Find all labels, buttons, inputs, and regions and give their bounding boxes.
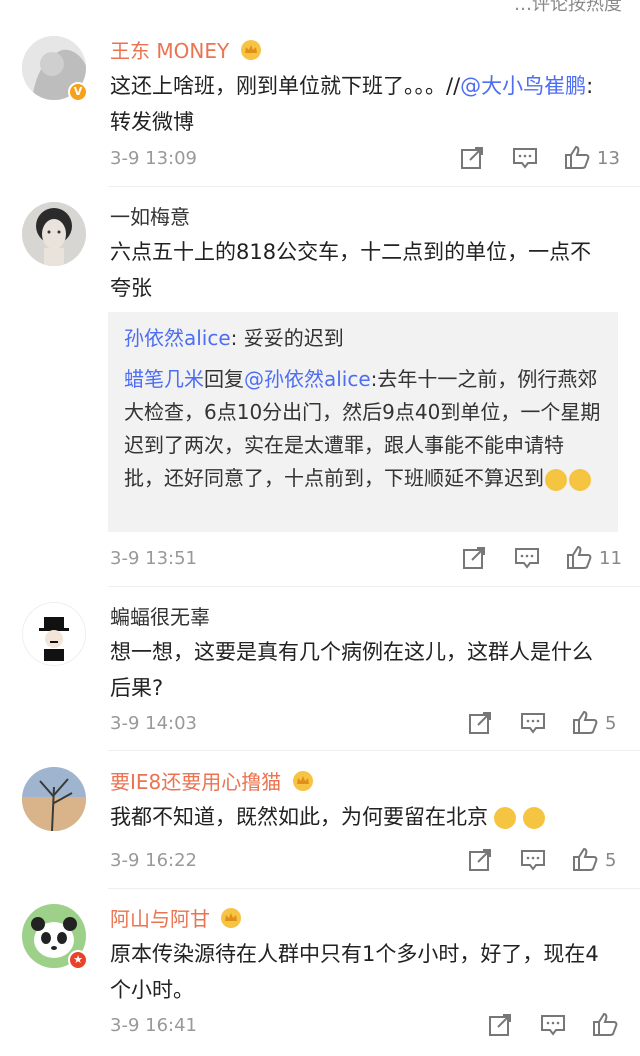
- share-icon: [469, 712, 491, 734]
- quoted-line-2: 蜡笔几米回复@孙依然alice:去年十一之前，例行燕郊大检查，6点10分出门，然…: [124, 363, 602, 495]
- like-button[interactable]: [572, 709, 598, 735]
- crown-icon: [240, 39, 262, 66]
- like-count: 11: [599, 548, 622, 569]
- comment-text: 原本传染源待在人群中只有1个多小时，好了，现在4个小时。: [110, 942, 599, 1002]
- mention-link[interactable]: @孙依然alice: [244, 367, 371, 391]
- comment-icon: [521, 850, 545, 871]
- smirk-emoji: [523, 807, 545, 829]
- username-text[interactable]: 要IE8还要用心撸猫: [110, 770, 281, 794]
- timestamp: 3-9 16:22: [110, 850, 197, 871]
- quoted-text: : 妥妥的迟到: [230, 326, 344, 350]
- divider: [108, 186, 640, 187]
- share-icon: [469, 849, 491, 871]
- comment-button[interactable]: [520, 848, 546, 874]
- share-button[interactable]: [488, 1013, 512, 1039]
- share-icon: [489, 1014, 511, 1036]
- comment-button[interactable]: [520, 711, 546, 737]
- comment-button[interactable]: [514, 546, 540, 572]
- divider: [108, 586, 640, 587]
- avatar[interactable]: [22, 767, 86, 831]
- username[interactable]: 一如梅意: [110, 204, 190, 230]
- divider: [108, 888, 640, 889]
- like-count: 5: [605, 713, 617, 734]
- share-icon: [463, 547, 485, 569]
- comment-icon: [515, 548, 539, 569]
- avatar[interactable]: [22, 602, 86, 666]
- like-icon: [573, 710, 598, 734]
- timestamp: 3-9 13:51: [110, 548, 197, 569]
- avatar[interactable]: [22, 202, 86, 266]
- sort-partial-label[interactable]: …评论按热度: [514, 0, 622, 16]
- like-icon: [565, 145, 590, 169]
- verified-badge: V: [68, 82, 88, 102]
- username-text[interactable]: 一如梅意: [110, 205, 190, 229]
- username[interactable]: 阿山与阿甘: [110, 906, 242, 934]
- username-text[interactable]: 阿山与阿甘: [110, 907, 210, 931]
- comment-icon: [541, 1015, 565, 1036]
- like-icon: [593, 1012, 618, 1036]
- like-button[interactable]: [572, 846, 598, 872]
- share-button[interactable]: [468, 848, 492, 874]
- like-count: 5: [605, 850, 617, 871]
- like-icon: [567, 545, 592, 569]
- mention-link[interactable]: @大小鸟崔鹏: [460, 74, 586, 98]
- quoted-reply-box[interactable]: 孙依然alice: 妥妥的迟到 蜡笔几米回复@孙依然alice:去年十一之前，例…: [108, 312, 618, 532]
- share-icon: [461, 147, 483, 169]
- like-button[interactable]: [564, 144, 590, 170]
- avatar-image: [22, 767, 86, 831]
- cry-emoji: [569, 468, 591, 491]
- crown-icon: [292, 770, 314, 797]
- timestamp: 3-9 13:09: [110, 148, 197, 169]
- username-text[interactable]: 王东 MONEY: [110, 39, 229, 63]
- comment-text: 想一想，这要是真有几个病例在这儿，这群人是什么后果?: [110, 640, 593, 700]
- comment-text: 这还上啥班，刚到单位就下班了。。。//@大小鸟崔鹏: 转发微博: [110, 68, 610, 140]
- quoted-line-1: 孙依然alice: 妥妥的迟到: [124, 322, 602, 355]
- comment-text-body: 这还上啥班，刚到单位就下班了。。。//: [110, 74, 461, 98]
- username[interactable]: 要IE8还要用心撸猫: [110, 769, 314, 797]
- username[interactable]: 蝙蝠很无辜: [110, 604, 210, 630]
- comment-button[interactable]: [540, 1013, 566, 1039]
- username[interactable]: 王东 MONEY: [110, 38, 262, 66]
- comment-button[interactable]: [512, 146, 538, 172]
- verified-badge: ★: [68, 950, 88, 970]
- like-count: 13: [597, 148, 620, 169]
- comment-text: 我都不知道，既然如此，为何要留在北京: [110, 799, 610, 835]
- quoted-username[interactable]: 孙依然alice: [124, 326, 231, 350]
- divider: [108, 750, 640, 751]
- top-partial-bar: …评论按热度: [0, 0, 640, 15]
- share-button[interactable]: [468, 711, 492, 737]
- comment-icon: [513, 148, 537, 169]
- like-button[interactable]: [566, 544, 592, 570]
- username-text[interactable]: 蝙蝠很无辜: [110, 605, 210, 629]
- like-button[interactable]: [592, 1011, 618, 1037]
- avatar-image: [23, 603, 85, 665]
- timestamp: 3-9 14:03: [110, 713, 197, 734]
- cry-emoji: [545, 468, 567, 491]
- timestamp: 3-9 16:41: [110, 1015, 197, 1036]
- avatar-image: [22, 202, 86, 266]
- quoted-username[interactable]: 蜡笔几米: [124, 367, 204, 391]
- share-button[interactable]: [460, 146, 484, 172]
- comment-text: 六点五十上的818公交车，十二点到的单位，一点不夸张: [110, 240, 592, 300]
- comment-icon: [521, 713, 545, 734]
- smirk-emoji: [494, 807, 516, 829]
- comment-text-body: 我都不知道，既然如此，为何要留在北京: [110, 805, 488, 829]
- like-icon: [573, 847, 598, 871]
- crown-icon: [220, 907, 242, 934]
- share-button[interactable]: [462, 546, 486, 572]
- reply-word: 回复: [204, 367, 244, 391]
